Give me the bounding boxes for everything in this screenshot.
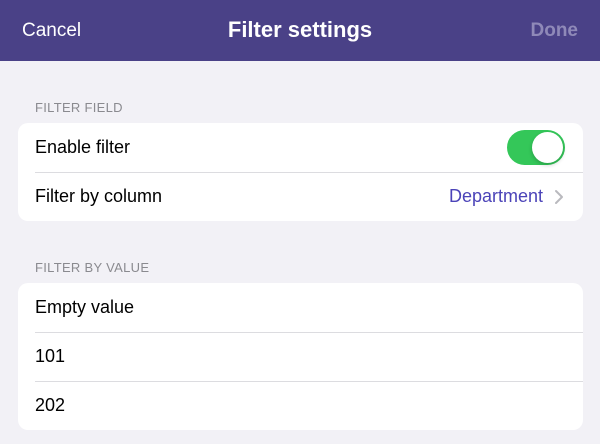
chevron-right-icon (553, 189, 565, 205)
list-item[interactable]: Empty value (18, 283, 583, 332)
list-item[interactable]: 101 (18, 332, 583, 381)
done-button[interactable]: Done (531, 0, 579, 61)
list-item-label: 202 (35, 395, 66, 415)
filter-by-value-group: Empty value 101 202 (18, 283, 583, 430)
list-item-label: 101 (35, 346, 66, 366)
list-item[interactable]: 202 (18, 381, 583, 430)
section-header-filter-field: FILTER FIELD (35, 100, 123, 115)
enable-filter-toggle[interactable] (507, 130, 565, 165)
list-item-label: Empty value (35, 297, 135, 317)
page-title: Filter settings (227, 17, 373, 42)
filter-by-column-row[interactable]: Filter by column Department (18, 172, 583, 221)
filter-by-column-value: Department (448, 186, 543, 206)
section-header-filter-by-value: FILTER BY VALUE (35, 260, 150, 275)
enable-filter-label: Enable filter (35, 137, 131, 157)
filter-field-group: Enable filter Filter by column Departmen… (18, 123, 583, 221)
enable-filter-row: Enable filter (18, 123, 583, 172)
toggle-knob (532, 132, 563, 163)
filter-by-column-label: Filter by column (35, 186, 163, 206)
navigation-bar: Cancel Filter settings Done (0, 0, 600, 61)
